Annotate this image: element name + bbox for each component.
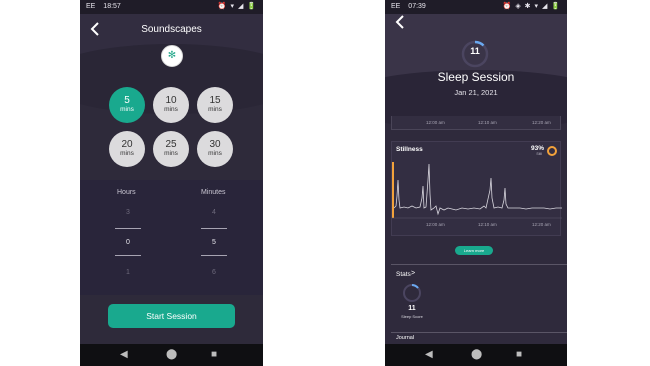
duration-10-button[interactable]: 10 mins [153,87,189,123]
nav-recents-icon[interactable]: ■ [211,349,217,361]
mini-sleep-score-ring-icon [403,284,421,302]
duration-unit: mins [208,106,222,113]
android-nav-bar: ◀ ⬤ ■ [385,344,567,366]
journal-label[interactable]: Journal [396,335,414,341]
status-icons: ⏰ ▾ ◢ 🔋 [217,3,257,10]
stillness-title: Stillness [396,146,423,153]
nav-back-icon[interactable]: ◀ [120,349,128,361]
minutes-top-line [201,228,227,229]
axis-tick-label: 12:00 am [426,120,445,125]
status-bar: EE 07:39 ⏰ ◈ ✱ ▾ ◢ 🔋 [385,0,567,14]
learn-more-button[interactable]: Learn more [455,246,493,255]
axis-tick-label: 12:00 am [426,222,445,227]
sleep-score-value: 11 [470,46,480,56]
status-time: 18:57 [103,3,121,10]
page-title: Soundscapes [141,24,202,35]
hours-label: Hours [117,189,136,196]
nav-home-icon[interactable]: ⬤ [471,349,482,361]
duration-value: 5 [124,95,130,106]
minutes-current[interactable]: 5 [202,239,226,246]
timeline-axis: 12:00 am 12:10 am 12:20 am [391,116,561,130]
mini-sleep-score-label: Sleep Score [401,314,423,319]
duration-unit: mins [208,150,222,157]
stillness-ring-icon [547,146,557,156]
carrier-label: EE [86,3,96,10]
minutes-next[interactable]: 6 [202,269,226,276]
bluetooth-icon[interactable]: ✻ [161,45,183,67]
chevron-right-icon[interactable]: > [411,270,415,277]
duration-30-button[interactable]: 30 mins [197,131,233,167]
soundscapes-screen: EE 18:57 ⏰ ▾ ◢ 🔋 Soundscapes ✻ 5 mins 10… [80,0,263,366]
hours-top-line [115,228,141,229]
hours-prev[interactable]: 3 [116,209,140,216]
mini-sleep-score-value: 11 [408,305,416,312]
hours-bottom-line [115,255,141,256]
time-picker: Hours Minutes 3 0 1 4 5 6 [80,180,263,295]
duration-5-button[interactable]: 5 mins [109,87,145,123]
status-bar: EE 18:57 ⏰ ▾ ◢ 🔋 [80,0,263,14]
section-divider [391,264,567,265]
hours-next[interactable]: 1 [116,269,140,276]
axis-tick-label: 12:10 am [478,120,497,125]
status-time: 07:39 [408,3,426,10]
duration-25-button[interactable]: 25 mins [153,131,189,167]
duration-unit: mins [120,106,134,113]
stillness-sub-label: Still [536,152,542,156]
axis-tick-label: 12:10 am [478,222,497,227]
minutes-label: Minutes [201,189,226,196]
page-title: Sleep Session [437,70,515,84]
android-nav-bar: ◀ ⬤ ■ [80,344,263,366]
graph-highlight-bar [392,162,394,218]
duration-value: 30 [209,139,221,150]
sleep-session-screen: EE 07:39 ⏰ ◈ ✱ ▾ ◢ 🔋 11 Sleep Session Ja… [385,0,567,366]
back-arrow-icon[interactable] [395,15,405,32]
duration-value: 10 [165,95,177,106]
duration-unit: mins [164,150,178,157]
duration-value: 20 [121,139,133,150]
minutes-bottom-line [201,255,227,256]
stats-label[interactable]: Stats [396,271,411,278]
carrier-label: EE [391,3,401,10]
duration-20-button[interactable]: 20 mins [109,131,145,167]
duration-unit: mins [120,150,134,157]
status-icons: ⏰ ◈ ✱ ▾ ◢ 🔋 [502,3,561,10]
nav-recents-icon[interactable]: ■ [516,349,522,361]
duration-value: 15 [209,95,221,106]
section-divider [391,332,567,333]
stillness-card[interactable]: Stillness 93% Still 12:00 am 12:10 am 12… [391,141,562,236]
stillness-graph [392,162,562,219]
start-session-button[interactable]: Start Session [108,304,235,328]
duration-unit: mins [164,106,178,113]
axis-tick-label: 12:20 am [532,222,551,227]
session-date: Jan 21, 2021 [454,88,498,97]
nav-home-icon[interactable]: ⬤ [166,349,177,361]
hours-current[interactable]: 0 [116,239,140,246]
minutes-prev[interactable]: 4 [202,209,226,216]
axis-tick-label: 12:20 am [532,120,551,125]
duration-value: 25 [165,139,177,150]
nav-back-icon[interactable]: ◀ [425,349,433,361]
duration-15-button[interactable]: 15 mins [197,87,233,123]
stillness-percent: 93% [530,145,544,152]
